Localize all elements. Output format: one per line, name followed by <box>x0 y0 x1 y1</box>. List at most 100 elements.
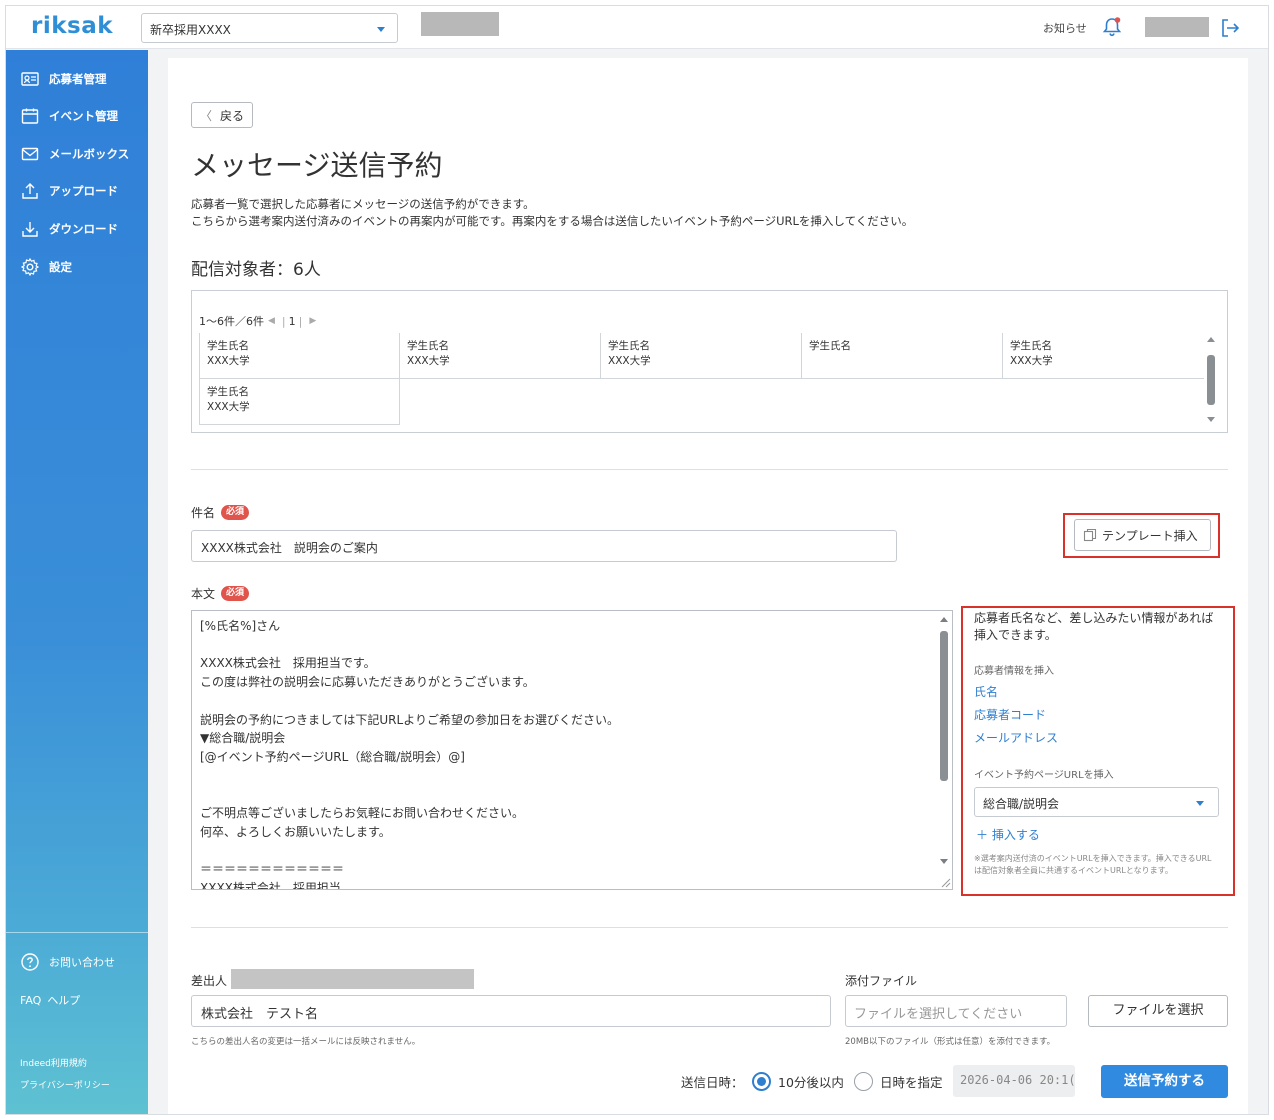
event-url-label: イベント予約ページURLを挿入 <box>974 770 1114 781</box>
radio-within-label: 10分後以内 <box>778 1074 844 1090</box>
required-badge: 必須 <box>221 505 250 520</box>
top-bar: riksak 新卒採用XXXX お知らせ <box>6 6 1268 49</box>
insert-panel: 応募者氏名など、差し込みたい情報があれば挿入できます。 応募者情報を挿入 氏名 … <box>974 610 1224 877</box>
chevron-down-icon <box>377 27 385 32</box>
insert-applicant-code-link[interactable]: 応募者コード <box>974 707 1224 723</box>
radio-selected[interactable] <box>752 1071 771 1091</box>
page-description: 応募者一覧で選択した応募者にメッセージの送信予約ができます。 こちらから選考案内… <box>191 196 913 230</box>
sidebar-item-mailbox[interactable]: メールボックス <box>20 143 129 165</box>
sender-note: こちらの差出人名の変更は一括メールには反映されません。 <box>191 1037 421 1047</box>
radio-within-10min[interactable]: 10分後以内 <box>752 1065 844 1097</box>
logout-icon[interactable] <box>1219 17 1241 39</box>
contact-label: お問い合わせ <box>49 956 115 969</box>
applicant-card-icon <box>21 72 39 86</box>
redacted-block <box>1145 17 1209 37</box>
send-time-label-text: 送信日時： <box>681 1074 744 1090</box>
recipient-cell: 学生氏名 XXX大学 <box>400 333 601 379</box>
job-select-value: 新卒採用XXXX <box>150 23 231 37</box>
page-number[interactable]: 1 <box>289 315 296 328</box>
recipient-cell: 学生氏名 XXX大学 <box>199 379 400 425</box>
radio-specify-datetime[interactable]: 日時を指定 <box>854 1065 943 1097</box>
schedule-send-button[interactable]: 送信予約する <box>1101 1065 1228 1098</box>
subject-input[interactable]: XXXX株式会社 説明会のご案内 <box>191 530 897 562</box>
body-label: 本文 必須 <box>191 585 250 602</box>
attachment-label: 添付ファイル <box>845 974 918 988</box>
sidebar-item-applicants[interactable]: 応募者管理 <box>20 68 107 90</box>
template-insert-label: テンプレート挿入 <box>1102 528 1198 543</box>
event-select[interactable]: 総合職/説明会 <box>974 787 1219 817</box>
app-window: riksak 新卒採用XXXX お知らせ 応募者管理 イベント管理 メールボック… <box>5 5 1269 1115</box>
recipient-cell: 学生氏名 XXX大学 <box>1003 333 1204 379</box>
gear-icon <box>20 257 40 277</box>
page-title: メッセージ送信予約 <box>191 149 443 182</box>
section-divider <box>191 469 1228 470</box>
copy-icon <box>1083 528 1097 542</box>
recipient-school: XXX大学 <box>407 355 450 367</box>
mail-icon <box>21 147 39 161</box>
upload-icon <box>22 183 38 199</box>
help-circle-icon <box>21 953 39 971</box>
insert-event-url-button[interactable]: ＋ 挿入する <box>974 827 1224 843</box>
calendar-icon <box>21 108 39 124</box>
applicant-info-label: 応募者情報を挿入 <box>974 666 1054 677</box>
subject-label: 件名 必須 <box>191 504 250 521</box>
recipient-school: XXX大学 <box>207 401 250 413</box>
body-text: [%氏名%]さん XXXX株式会社 採用担当です。 この度は弊社の説明会に応募い… <box>200 619 619 890</box>
help-link[interactable]: FAQ ヘルプ <box>20 992 80 1008</box>
recipient-school: XXX大学 <box>207 355 250 367</box>
recipient-name: 学生氏名 <box>407 340 449 352</box>
insert-panel-heading: 応募者氏名など、差し込みたい情報があれば挿入できます。 <box>974 611 1214 642</box>
sender-input[interactable]: 株式会社 テスト名 <box>191 995 831 1027</box>
recipients-panel: 1〜6件／6件 ◀ | 1 | ▶ 学生氏名 XXX大学 学生氏名 XXX大学 … <box>191 290 1228 433</box>
notice-link[interactable]: お知らせ <box>1043 20 1087 36</box>
description-line: こちらから選考案内送付済みのイベントの再案内が可能です。再案内をする場合は送信し… <box>191 214 914 228</box>
attachment-input[interactable]: ファイルを選択してください <box>845 995 1067 1027</box>
recipient-name: 学生氏名 <box>207 340 249 352</box>
recipient-cell: 学生氏名 XXX大学 <box>601 333 802 379</box>
pager: 1〜6件／6件 ◀ | 1 | ▶ <box>199 314 317 329</box>
privacy-link[interactable]: プライバシーポリシー <box>20 1078 110 1091</box>
datetime-input[interactable]: 2026-04-06 20:1( <box>953 1065 1075 1097</box>
back-button[interactable]: 〈 戻る <box>191 102 253 128</box>
recipient-name: 学生氏名 <box>608 340 650 352</box>
recipients-scrollbar[interactable] <box>1204 335 1218 427</box>
sender-label: 差出人 <box>191 974 228 988</box>
redacted-block <box>231 969 474 989</box>
next-page-icon[interactable]: ▶ <box>309 316 316 326</box>
terms-link[interactable]: Indeed利用規約 <box>20 1056 87 1069</box>
back-label: 戻る <box>220 108 245 123</box>
recipient-cell: 学生氏名 <box>802 333 1003 379</box>
help-label: ヘルプ <box>47 994 81 1007</box>
radio-specify-label: 日時を指定 <box>880 1074 943 1090</box>
job-select[interactable]: 新卒採用XXXX <box>141 13 398 43</box>
main-card: 〈 戻る メッセージ送信予約 応募者一覧で選択した応募者にメッセージの送信予約が… <box>168 58 1248 1114</box>
sidebar-item-download[interactable]: ダウンロード <box>20 218 118 240</box>
section-divider <box>191 927 1228 928</box>
chevron-left-icon: 〈 <box>200 108 213 123</box>
prev-page-icon[interactable]: ◀ <box>268 316 275 326</box>
sidebar-item-label: 設定 <box>49 260 72 274</box>
sidebar-item-label: メールボックス <box>49 147 130 161</box>
body-textarea[interactable]: [%氏名%]さん XXXX株式会社 採用担当です。 この度は弊社の説明会に応募い… <box>191 610 953 890</box>
sidebar-item-settings[interactable]: 設定 <box>20 256 72 278</box>
radio-unselected[interactable] <box>854 1071 873 1091</box>
recipient-cell: 学生氏名 XXX大学 <box>199 333 400 379</box>
chevron-down-icon <box>1196 801 1204 806</box>
sidebar-item-label: アップロード <box>49 184 118 198</box>
send-time-label: 送信日時： <box>681 1065 744 1097</box>
sidebar-item-upload[interactable]: アップロード <box>20 180 118 202</box>
template-insert-button[interactable]: テンプレート挿入 <box>1074 519 1211 551</box>
body-scrollbar[interactable] <box>936 611 952 890</box>
contact-link[interactable]: お問い合わせ <box>20 952 115 972</box>
body-label-text: 本文 <box>191 587 216 601</box>
bell-icon[interactable] <box>1101 16 1123 38</box>
recipient-name: 学生氏名 <box>207 386 249 398</box>
insert-email-link[interactable]: メールアドレス <box>974 730 1224 746</box>
download-icon <box>22 222 38 237</box>
choose-file-button[interactable]: ファイルを選択 <box>1088 995 1228 1027</box>
insert-name-link[interactable]: 氏名 <box>974 684 1224 700</box>
insert-note: ※選考案内送付済のイベントURLを挿入できます。挿入できるURLは配信対象者全員… <box>974 854 1212 875</box>
recipient-school: XXX大学 <box>608 355 651 367</box>
recipient-name: 学生氏名 <box>809 340 851 352</box>
sidebar-item-events[interactable]: イベント管理 <box>20 105 118 127</box>
